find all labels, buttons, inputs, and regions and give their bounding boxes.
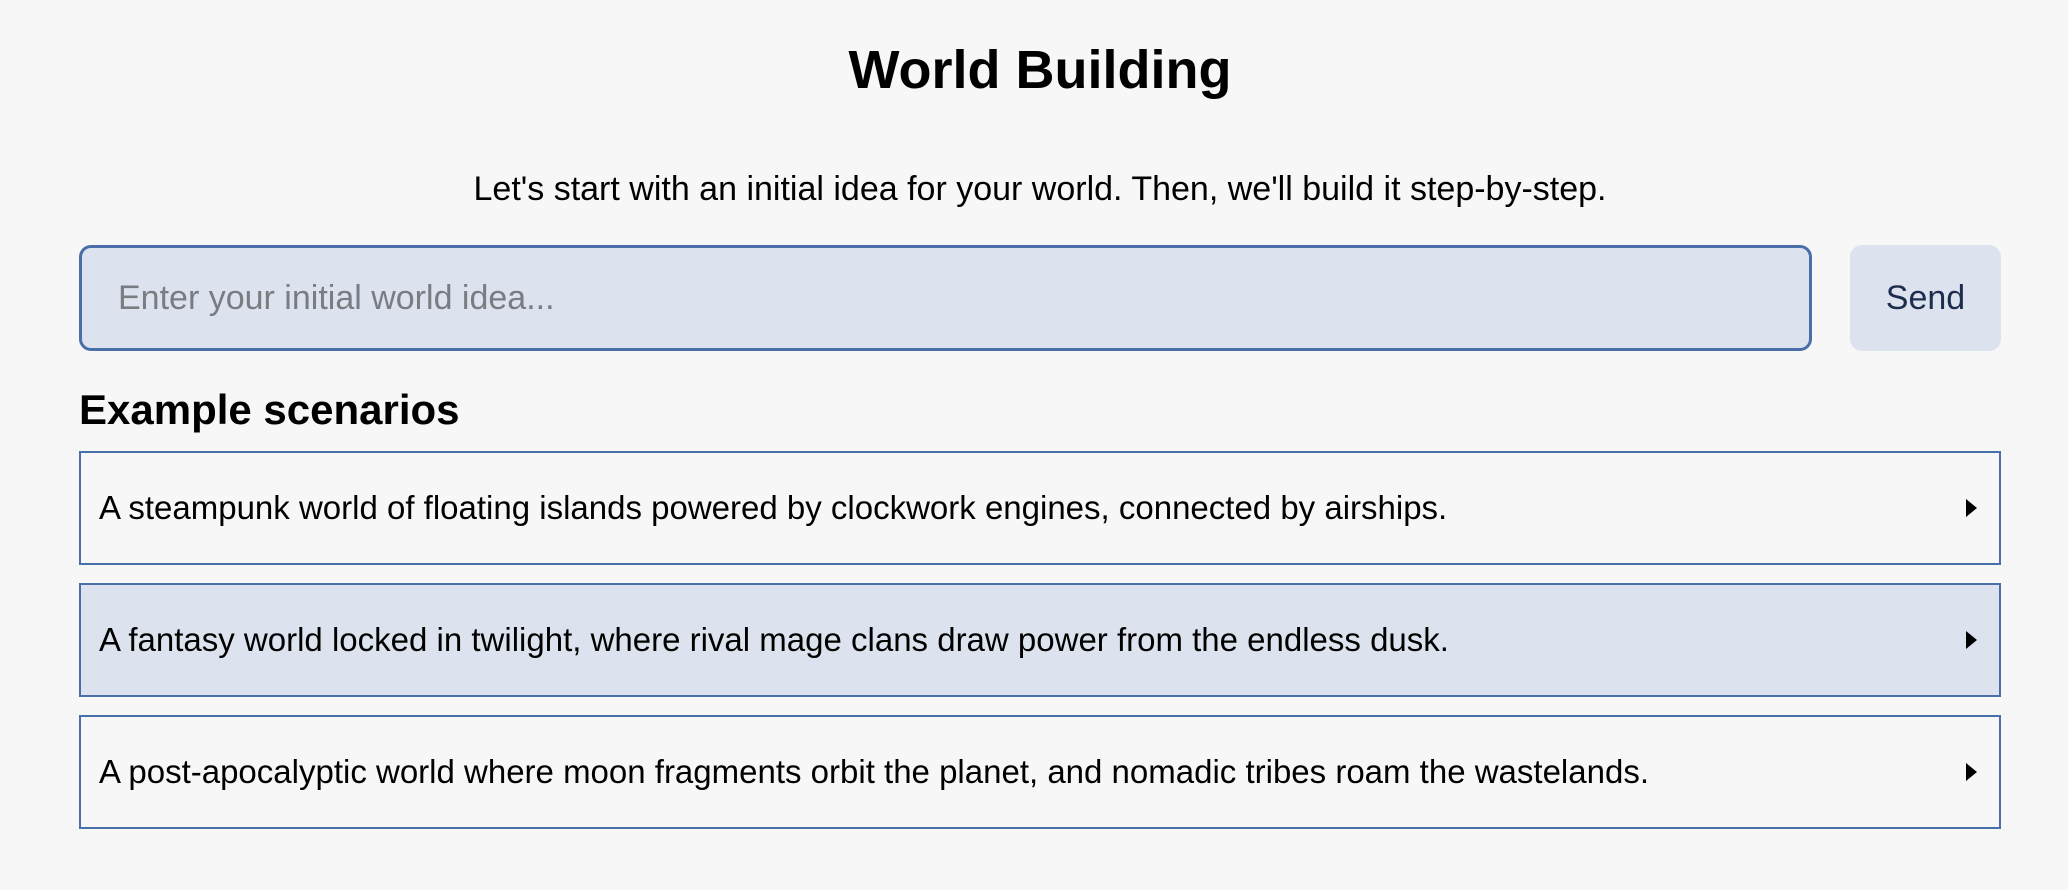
scenario-text: A fantasy world locked in twilight, wher… xyxy=(99,621,1449,658)
caret-right-icon xyxy=(1966,499,1977,517)
send-button[interactable]: Send xyxy=(1850,245,2001,351)
scenario-list: A steampunk world of floating islands po… xyxy=(79,451,2001,847)
caret-right-icon xyxy=(1966,631,1977,649)
scenario-item-twilight[interactable]: A fantasy world locked in twilight, wher… xyxy=(79,583,2001,697)
idea-input-row: Send xyxy=(79,245,2001,351)
world-idea-input[interactable] xyxy=(79,245,1812,351)
page-title: World Building xyxy=(848,40,1232,100)
scenario-text: A post-apocalyptic world where moon frag… xyxy=(99,753,1649,790)
scenario-item-post-apocalyptic[interactable]: A post-apocalyptic world where moon frag… xyxy=(79,715,2001,829)
caret-right-icon xyxy=(1966,763,1977,781)
scenario-text: A steampunk world of floating islands po… xyxy=(99,489,1448,526)
example-scenarios-heading: Example scenarios xyxy=(79,386,460,433)
scenario-item-steampunk[interactable]: A steampunk world of floating islands po… xyxy=(79,451,2001,565)
page-subtitle: Let's start with an initial idea for you… xyxy=(473,170,1607,208)
